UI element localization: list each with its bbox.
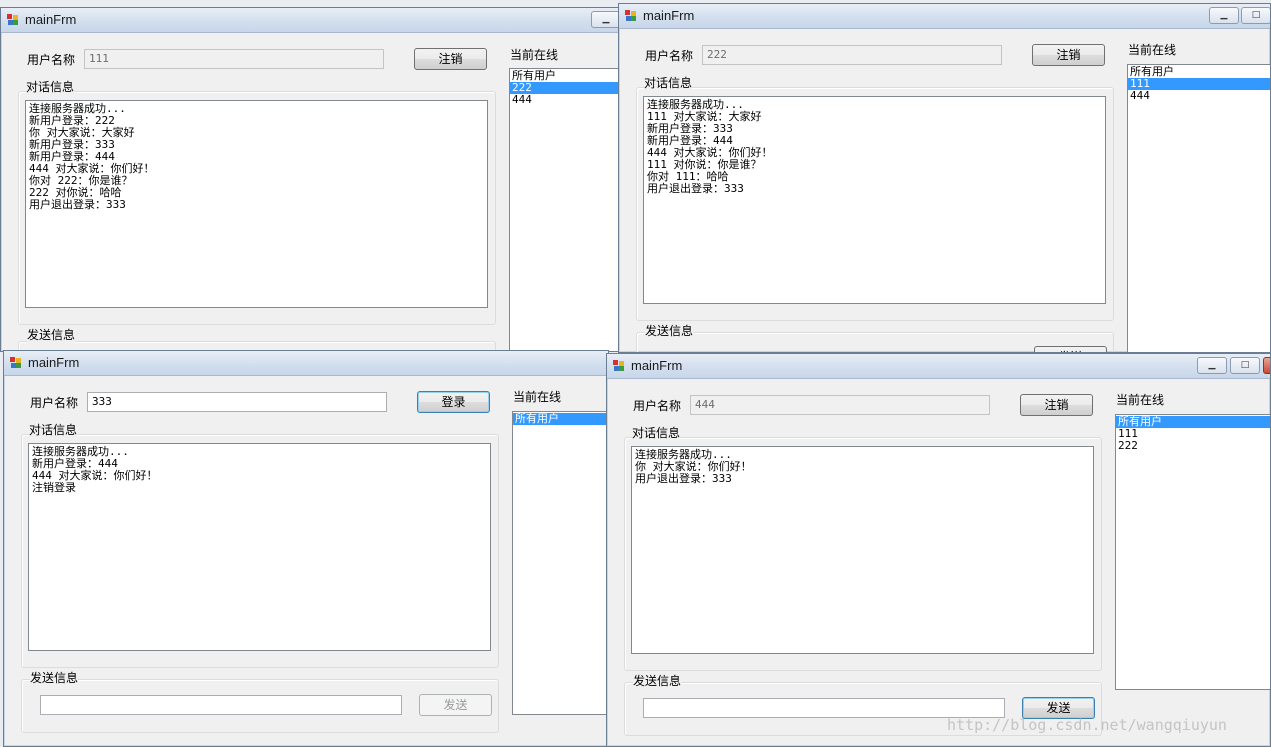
online-user-item-selected[interactable]: 所有用户 — [1116, 416, 1270, 428]
title-bar[interactable]: mainFrm — [4, 351, 608, 376]
window-title: mainFrm — [28, 355, 80, 370]
chat-window-111: mainFrm ▁ 用户名称 111 注销 对话信息 连接服务器成功... 新用… — [0, 7, 622, 352]
send-label: 发送信息 — [645, 322, 694, 339]
username-label: 用户名称 — [30, 396, 79, 410]
title-bar[interactable]: mainFrm ▁ — [1, 8, 621, 33]
window-title: mainFrm — [25, 12, 77, 27]
online-label: 当前在线 — [1128, 43, 1177, 57]
online-label: 当前在线 — [510, 48, 559, 62]
message-input[interactable] — [40, 695, 402, 715]
username-input[interactable]: 444 — [690, 395, 990, 415]
watermark: http://blog.csdn.net/wangqiuyun — [947, 716, 1227, 734]
online-user-list[interactable]: 所有用户 111 444 — [1127, 64, 1270, 352]
online-user-list[interactable]: 所有用户 — [512, 411, 608, 715]
username-input[interactable]: 222 — [702, 45, 1002, 65]
title-bar[interactable]: mainFrm ▁ □ — [619, 4, 1270, 29]
online-user-list[interactable]: 所有用户 111 222 — [1115, 414, 1270, 690]
message-line: 444 对大家说：你们好！ — [32, 469, 158, 482]
chat-window-222: mainFrm ▁ □ 用户名称 222 注销 对话信息 连接服务器成功... … — [618, 3, 1271, 353]
send-button[interactable]: 发送 — [419, 694, 492, 716]
conversation-log[interactable]: 连接服务器成功... 你 对大家说：你们好！ 用户退出登录：333 — [631, 446, 1094, 654]
online-user-item-selected[interactable]: 所有用户 — [513, 413, 608, 425]
username-label: 用户名称 — [27, 53, 76, 67]
conversation-label: 对话信息 — [26, 78, 75, 95]
message-line: 注销登录 — [32, 481, 76, 494]
send-label: 发送信息 — [633, 672, 682, 689]
send-label: 发送信息 — [30, 669, 79, 686]
online-user-item[interactable]: 111 — [1116, 428, 1270, 440]
logout-button[interactable]: 注销 — [1032, 44, 1105, 66]
app-icon — [625, 10, 637, 22]
chat-window-333: mainFrm 用户名称 333 登录 对话信息 连接服务器成功... 新用户登… — [3, 350, 609, 747]
window-title: mainFrm — [643, 8, 695, 23]
message-line: 用户退出登录：333 — [29, 198, 126, 211]
app-icon — [613, 360, 625, 372]
close-icon[interactable]: ✕ — [1263, 357, 1270, 374]
message-line: 用户退出登录：333 — [635, 472, 732, 485]
window-title: mainFrm — [631, 358, 683, 373]
conversation-log[interactable]: 连接服务器成功... 新用户登录：222 你 对大家说：大家好 新用户登录：33… — [25, 100, 488, 308]
username-input[interactable]: 111 — [84, 49, 384, 69]
app-icon — [10, 357, 22, 369]
logout-button[interactable]: 注销 — [1020, 394, 1093, 416]
minimize-icon[interactable]: ▁ — [1197, 357, 1227, 374]
conversation-label: 对话信息 — [632, 424, 681, 441]
login-button[interactable]: 登录 — [417, 391, 490, 413]
conversation-label: 对话信息 — [644, 74, 693, 91]
maximize-icon[interactable]: □ — [1241, 7, 1270, 24]
title-bar[interactable]: mainFrm ▁ □ ✕ — [607, 354, 1270, 379]
username-input[interactable]: 333 — [87, 392, 387, 412]
message-line: 用户退出登录：333 — [647, 182, 744, 195]
chat-window-444: mainFrm ▁ □ ✕ 用户名称 444 注销 对话信息 连接服务器成功..… — [606, 353, 1271, 747]
minimize-icon[interactable]: ▁ — [1209, 7, 1239, 24]
logout-button[interactable]: 注销 — [414, 48, 487, 70]
online-user-item[interactable]: 444 — [1128, 90, 1270, 102]
minimize-icon[interactable]: ▁ — [591, 11, 621, 28]
online-user-list[interactable]: 所有用户 222 444 — [509, 68, 621, 351]
online-user-item[interactable]: 222 — [1116, 440, 1270, 452]
username-label: 用户名称 — [633, 399, 682, 413]
send-label: 发送信息 — [27, 326, 76, 343]
conversation-log[interactable]: 连接服务器成功... 新用户登录：444 444 对大家说：你们好！ 注销登录 — [28, 443, 491, 651]
online-user-item[interactable]: 444 — [510, 94, 621, 106]
conversation-label: 对话信息 — [29, 421, 78, 438]
conversation-log[interactable]: 连接服务器成功... 111 对大家说：大家好 新用户登录：333 新用户登录：… — [643, 96, 1106, 304]
message-input[interactable] — [643, 698, 1005, 718]
online-label: 当前在线 — [513, 390, 562, 404]
app-icon — [7, 14, 19, 26]
username-label: 用户名称 — [645, 49, 694, 63]
send-button[interactable]: 发送 — [1034, 346, 1107, 352]
maximize-icon[interactable]: □ — [1230, 357, 1260, 374]
online-label: 当前在线 — [1116, 393, 1165, 407]
